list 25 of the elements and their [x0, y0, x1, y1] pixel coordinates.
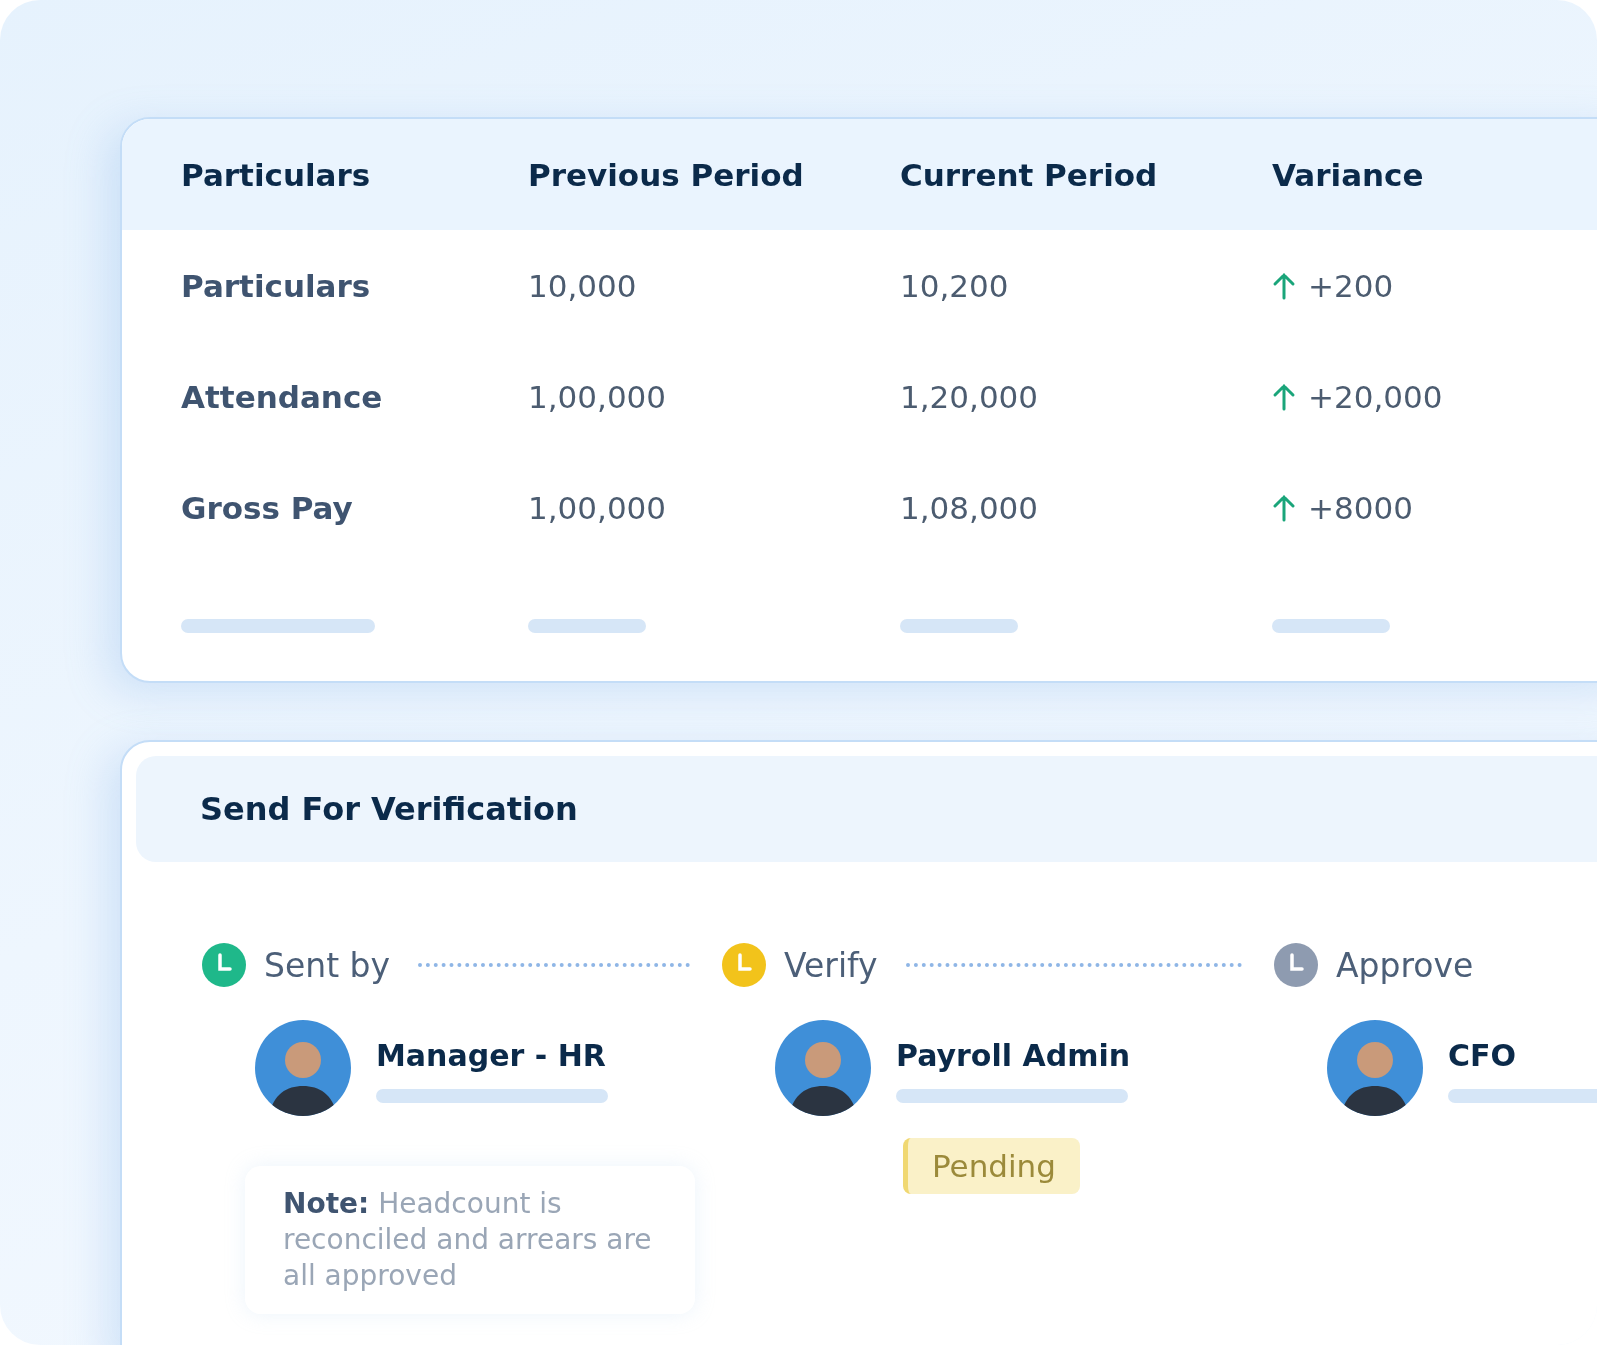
- table-cell-text: 10,200: [900, 267, 1010, 304]
- person-name: CFO: [1448, 1038, 1517, 1073]
- table-cell-text: 1,00,000: [528, 378, 668, 415]
- person-name: Payroll Admin: [896, 1038, 1131, 1073]
- variance-value: +200: [1308, 267, 1394, 304]
- table-cell-text: 1,08,000: [900, 489, 1040, 526]
- column-header: Current Period: [900, 156, 1159, 193]
- card-title: Send For Verification: [200, 790, 578, 828]
- step-label: Approve: [1336, 945, 1474, 985]
- note-text: Note: Headcount is reconciled and arrears are all approved: [283, 1186, 653, 1294]
- table-cell-text: 10,000: [528, 267, 638, 304]
- column-header: Previous Period: [528, 156, 805, 193]
- variance-value: +20,000: [1308, 378, 1443, 415]
- status-badge: Pending: [903, 1138, 1080, 1194]
- row-label: Particulars: [181, 267, 372, 304]
- person-name: Manager - HR: [376, 1038, 607, 1073]
- step-label: Verify: [784, 945, 878, 985]
- step-label: Sent by: [264, 945, 391, 985]
- row-label: Gross Pay: [181, 489, 354, 526]
- column-header: Variance: [1272, 156, 1425, 193]
- variance-value: +8000: [1308, 489, 1413, 526]
- column-header: Particulars: [181, 156, 372, 193]
- table-cell-text: 1,00,000: [528, 489, 668, 526]
- table-cell-text: 1,20,000: [900, 378, 1040, 415]
- row-label: Attendance: [181, 378, 384, 415]
